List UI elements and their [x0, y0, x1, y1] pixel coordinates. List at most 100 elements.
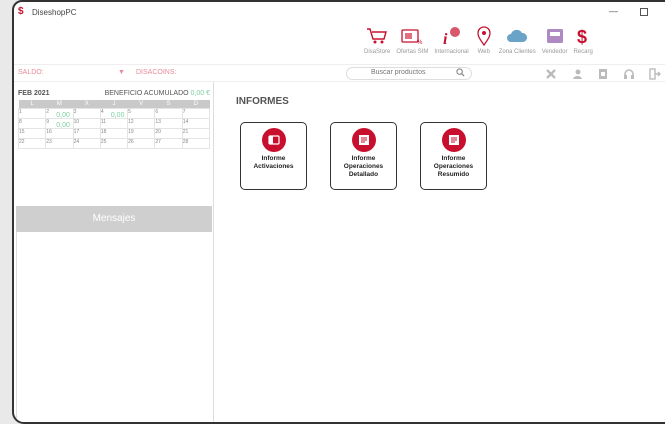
document-icon[interactable]: [596, 67, 610, 80]
cloud-icon: [505, 26, 529, 46]
main-content: INFORMES Informe Activaciones Informe Op…: [214, 82, 665, 422]
user-icon[interactable]: [570, 67, 584, 80]
calendar-day-cell[interactable]: 25: [99, 137, 129, 149]
calendar-day-cell[interactable]: 15: [17, 127, 47, 139]
calendar-day-number: 11: [100, 118, 107, 125]
calendar-week-row: 15 16 17 18 19 20 21: [17, 127, 211, 139]
calendar-day-number: 5: [128, 108, 131, 115]
calendar-day-cell[interactable]: 11: [99, 117, 129, 129]
weekday: L: [18, 100, 46, 108]
nav-label: Web: [477, 49, 490, 55]
messages-header: Mensajes: [16, 206, 212, 232]
calendar-day-number: 26: [128, 138, 134, 145]
calendar-week-row: 22 23 24 25 26 27 28: [17, 137, 211, 149]
svg-text:i: i: [443, 31, 448, 46]
calendar-day-cell[interactable]: 1: [17, 107, 47, 119]
calendar-day-cell[interactable]: 7: [181, 107, 211, 119]
calendar-day-number: 25: [100, 138, 107, 145]
informe-operaciones-detallado-button[interactable]: Informe Operaciones Detallado: [330, 122, 397, 190]
minimize-button[interactable]: —: [609, 6, 618, 16]
calendar-day-cell[interactable]: 20: [154, 127, 183, 139]
toolbar-icons: [544, 67, 665, 80]
maximize-button[interactable]: [640, 8, 648, 16]
calendar-day-cell[interactable]: 13: [154, 117, 183, 129]
title-bar: $ DiseshopPC —: [14, 2, 665, 22]
weekday: M: [45, 100, 74, 108]
window-title: DiseshopPC: [32, 7, 77, 17]
calendar-day-number: 13: [155, 118, 161, 125]
calendar-day-number: 14: [182, 118, 189, 125]
informe-activaciones-button[interactable]: Informe Activaciones: [240, 122, 307, 190]
calendar-day-cell[interactable]: 26: [127, 137, 156, 149]
weekday: D: [182, 100, 210, 108]
logout-icon[interactable]: [648, 67, 662, 80]
calendar-day-number: 21: [182, 128, 189, 135]
calendar-day-cell[interactable]: 16: [45, 127, 74, 139]
nav-label: Vendedor: [541, 49, 568, 55]
nav-vendedor[interactable]: Vendedor: [541, 26, 568, 62]
calendar-weekday-row: L M X J V S D: [18, 100, 210, 108]
nav-ofertas-sim[interactable]: % Ofertas SIM: [396, 26, 428, 62]
calendar-day-cell[interactable]: 18: [99, 127, 129, 139]
calendar-day-cell[interactable]: 5: [127, 107, 156, 119]
search-box[interactable]: [346, 67, 472, 80]
nav-internacional[interactable]: i Internacional: [434, 26, 469, 62]
calendar-day-cell[interactable]: 19: [127, 127, 156, 139]
nav-label: Recarg: [573, 49, 593, 55]
calendar-day-number: 15: [19, 128, 25, 135]
nav-disastore[interactable]: DisaStore: [364, 26, 390, 62]
calendar-day-cell[interactable]: 8: [17, 117, 47, 129]
top-navigation: DisaStore % Ofertas SIM i Internacional …: [364, 26, 599, 62]
calendar-day-number: 12: [128, 118, 134, 125]
card-label-line: Informe: [351, 155, 376, 162]
informe-operaciones-resumido-button[interactable]: Informe Operaciones Resumido: [420, 122, 487, 190]
calendar-day-cell[interactable]: 12: [127, 117, 156, 129]
calendar-day-number: 9: [46, 118, 50, 125]
calendar-day-cell[interactable]: 14: [181, 117, 211, 129]
weekday: S: [154, 100, 183, 108]
benefit-value: 0,00 €: [190, 90, 210, 97]
left-panel: FEB 2021 BENEFICIO ACUMULADO 0,00 € L M …: [14, 82, 214, 422]
calendar-day-cell[interactable]: 22: [17, 137, 47, 149]
calendar-day-number: 19: [128, 128, 134, 135]
nav-recargas[interactable]: $ Recarg: [573, 26, 592, 62]
app-window: $ DiseshopPC — DisaStore % Ofertas SIM i…: [12, 0, 665, 424]
location-pin-icon: [475, 26, 493, 46]
international-icon: i: [441, 26, 463, 46]
card-label-line: Informe: [261, 155, 286, 162]
nav-zona-clientes[interactable]: Zona Clientes: [499, 26, 536, 62]
calendar-day-number: 28: [182, 138, 189, 145]
calendar-day-cell[interactable]: 10: [72, 117, 101, 129]
search-input[interactable]: [371, 69, 451, 76]
svg-text:%: %: [417, 40, 423, 45]
vendor-icon: [544, 26, 566, 46]
saldo-dropdown-arrow-icon[interactable]: ▼: [118, 69, 125, 76]
calendar-day-cell[interactable]: 2 0,00: [45, 107, 74, 119]
sim-offers-icon: %: [400, 26, 424, 46]
calendar-day-cell[interactable]: 23: [45, 137, 74, 149]
calendar-day-cell[interactable]: 21: [181, 127, 211, 139]
search-icon[interactable]: [456, 68, 465, 79]
calendar-day-cell[interactable]: 4 0,00: [99, 107, 129, 119]
calendar-day-number: 23: [46, 138, 52, 145]
nav-label: DisaStore: [364, 49, 391, 55]
cart-icon: [366, 26, 388, 46]
calendar-day-number: 18: [100, 128, 107, 135]
card-label: Informe Activaciones: [243, 155, 305, 171]
headset-icon[interactable]: [622, 67, 636, 80]
calendar-day-number: 24: [73, 138, 80, 145]
card-label-line: Operaciones: [343, 163, 384, 170]
calendar-day-cell[interactable]: 17: [72, 127, 101, 139]
calendar-day-cell[interactable]: 3: [72, 107, 101, 119]
calendar-day-number: 3: [73, 108, 77, 115]
nav-web[interactable]: Web: [475, 26, 493, 62]
calendar-day-cell[interactable]: 6: [154, 107, 183, 119]
dollar-icon: $: [576, 26, 590, 46]
calendar-day-cell[interactable]: 24: [72, 137, 101, 149]
tools-icon[interactable]: [544, 67, 558, 80]
calendar-day-cell[interactable]: 28: [181, 137, 211, 149]
calendar-day-number: 16: [46, 128, 52, 135]
calendar-day-cell[interactable]: 9 0,00: [45, 117, 74, 129]
calendar-day-number: 22: [19, 138, 25, 145]
calendar-day-cell[interactable]: 27: [154, 137, 183, 149]
